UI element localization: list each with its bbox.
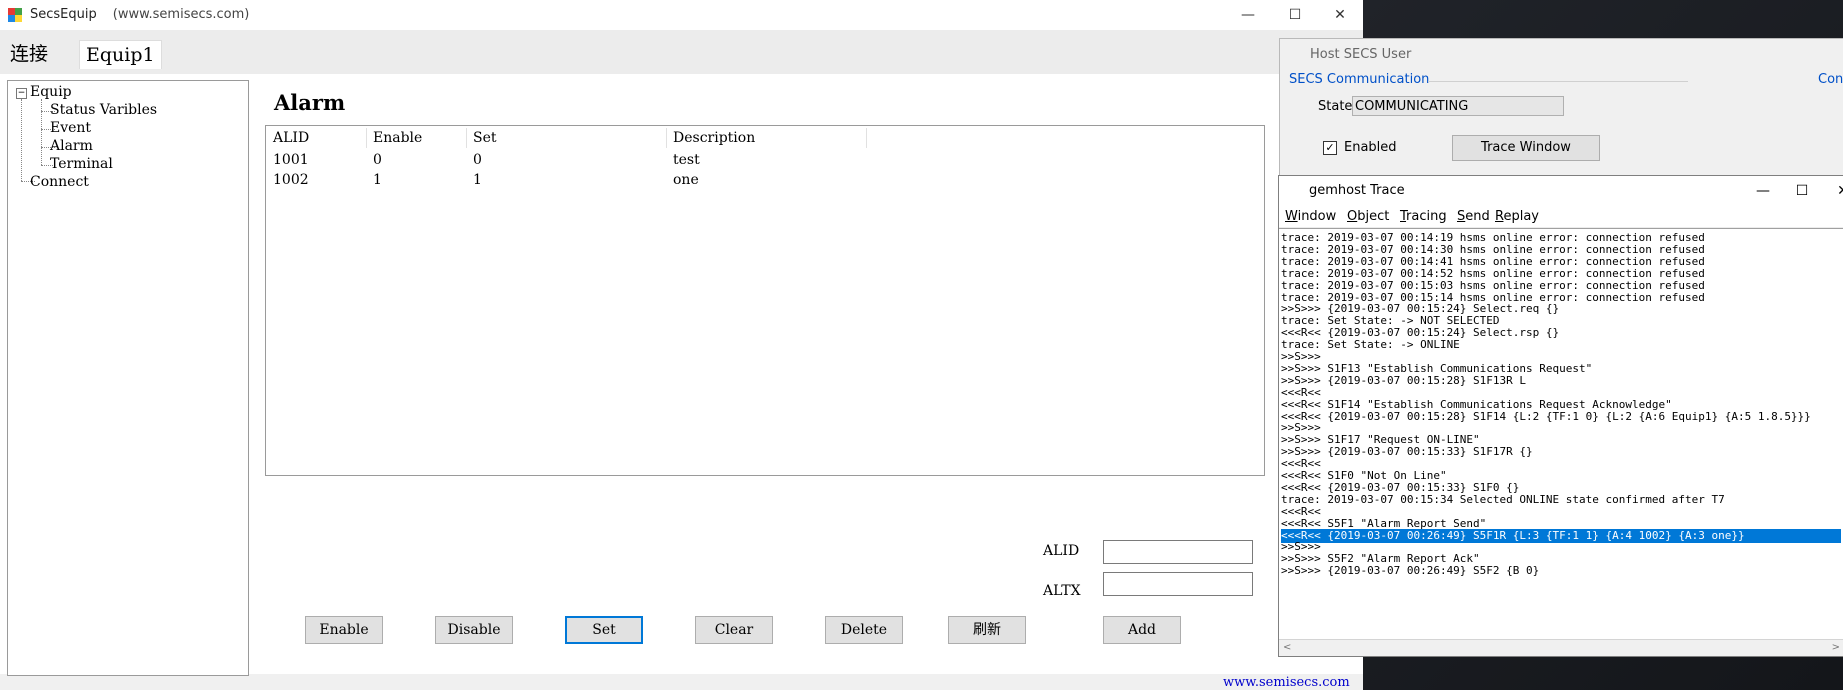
cell-set: 1 bbox=[473, 172, 482, 188]
maximize-button[interactable]: ☐ bbox=[1275, 4, 1315, 26]
column-divider[interactable] bbox=[366, 128, 367, 148]
cell-set: 0 bbox=[473, 152, 482, 168]
set-button[interactable]: Set bbox=[565, 616, 643, 644]
table-header: ALID Enable Set Description bbox=[266, 126, 1264, 150]
trace-menu-bar: Window Object Tracing Send Replay bbox=[1279, 206, 1843, 228]
tree-node-status-varibles[interactable]: Status Varibles bbox=[50, 101, 157, 119]
column-divider[interactable] bbox=[666, 128, 667, 148]
add-button[interactable]: Add bbox=[1103, 616, 1181, 644]
enabled-checkbox[interactable]: ✓ bbox=[1323, 141, 1337, 155]
trace-line[interactable]: >>S>>> {2019-03-07 00:26:49} S5F2 {B 0} bbox=[1281, 564, 1841, 578]
cell-enable: 1 bbox=[373, 172, 382, 188]
disable-button[interactable]: Disable bbox=[435, 616, 513, 644]
window-title: SecsEquip (www.semisecs.com) bbox=[30, 7, 250, 22]
refresh-button[interactable]: 刷新 bbox=[948, 616, 1026, 644]
host-window-title: Host SECS User bbox=[1310, 47, 1412, 62]
alarm-table[interactable]: ALID Enable Set Description 1001 0 0 tes… bbox=[265, 125, 1265, 476]
control-group: Cont bbox=[1818, 72, 1843, 87]
trace-close-button[interactable]: ✕ bbox=[1825, 180, 1843, 202]
close-button[interactable]: ✕ bbox=[1320, 4, 1360, 26]
cell-description: test bbox=[673, 152, 700, 168]
alid-label: ALID bbox=[1043, 543, 1080, 559]
trace-window-title: gemhost Trace bbox=[1309, 183, 1405, 198]
menu-tracing[interactable]: Tracing bbox=[1400, 209, 1447, 224]
trace-window-button[interactable]: Trace Window bbox=[1452, 135, 1600, 161]
column-divider[interactable] bbox=[466, 128, 467, 148]
table-row[interactable]: 1002 1 1 one bbox=[266, 172, 1264, 192]
delete-button[interactable]: Delete bbox=[825, 616, 903, 644]
altx-label: ALTX bbox=[1043, 583, 1081, 599]
column-divider[interactable] bbox=[866, 128, 867, 148]
tab-equip1[interactable]: Equip1 bbox=[79, 40, 162, 69]
group-border bbox=[1428, 81, 1688, 82]
alid-input[interactable] bbox=[1103, 540, 1253, 564]
tree-line bbox=[41, 99, 42, 165]
tab-connect[interactable]: 连接 bbox=[4, 40, 54, 68]
tree-node-event[interactable]: Event bbox=[50, 119, 91, 137]
tree-node-alarm[interactable]: Alarm bbox=[50, 137, 93, 155]
tree-collapse-icon[interactable]: − bbox=[16, 88, 27, 99]
tree-node-connect[interactable]: Connect bbox=[30, 173, 89, 191]
minimize-button[interactable]: — bbox=[1228, 4, 1268, 26]
app-icon bbox=[8, 8, 22, 22]
tree-node-terminal[interactable]: Terminal bbox=[50, 155, 113, 173]
menu-send[interactable]: Send bbox=[1457, 209, 1490, 224]
title-bar: SecsEquip (www.semisecs.com) — ☐ ✕ bbox=[0, 0, 1363, 30]
horizontal-scrollbar[interactable]: < > bbox=[1279, 639, 1843, 656]
column-header-description[interactable]: Description bbox=[673, 130, 755, 146]
column-header-set[interactable]: Set bbox=[473, 130, 497, 146]
scroll-right-icon[interactable]: > bbox=[1832, 640, 1840, 656]
cell-alid: 1001 bbox=[273, 152, 309, 168]
cell-alid: 1002 bbox=[273, 172, 309, 188]
cell-enable: 0 bbox=[373, 152, 382, 168]
menu-object[interactable]: Object bbox=[1347, 209, 1389, 224]
altx-input[interactable] bbox=[1103, 572, 1253, 596]
tab-strip: 连接 Equip1 bbox=[0, 30, 1363, 74]
page-title: Alarm bbox=[274, 90, 346, 115]
trace-maximize-button[interactable]: ☐ bbox=[1784, 180, 1820, 202]
menu-window[interactable]: Window bbox=[1285, 209, 1336, 224]
cell-description: one bbox=[673, 172, 699, 188]
tree-node-equip[interactable]: Equip bbox=[30, 83, 72, 101]
tree-line bbox=[21, 99, 22, 181]
main-window: SecsEquip (www.semisecs.com) — ☐ ✕ 连接 Equ… bbox=[0, 0, 1363, 690]
column-header-alid[interactable]: ALID bbox=[273, 130, 309, 146]
trace-window: gemhost Trace — ☐ ✕ Window Object Tracin… bbox=[1278, 175, 1843, 657]
column-header-enable[interactable]: Enable bbox=[373, 130, 422, 146]
website-link[interactable]: www.semisecs.com bbox=[1223, 675, 1350, 690]
equipment-tree: − Equip Status Varibles Event Alarm Term… bbox=[7, 80, 249, 676]
menu-replay[interactable]: Replay bbox=[1495, 209, 1539, 224]
clear-button[interactable]: Clear bbox=[695, 616, 773, 644]
trace-log[interactable]: trace: 2019-03-07 00:14:19 hsms online e… bbox=[1279, 228, 1843, 639]
table-row[interactable]: 1001 0 0 test bbox=[266, 152, 1264, 172]
state-value: COMMUNICATING bbox=[1352, 96, 1564, 116]
enabled-label: Enabled bbox=[1344, 140, 1397, 155]
trace-minimize-button[interactable]: — bbox=[1745, 180, 1781, 202]
state-label: State: bbox=[1318, 99, 1357, 114]
scroll-left-icon[interactable]: < bbox=[1283, 640, 1291, 656]
secs-communication-group: SECS Communication bbox=[1289, 72, 1430, 87]
enable-button[interactable]: Enable bbox=[305, 616, 383, 644]
trace-title-bar: gemhost Trace — ☐ ✕ bbox=[1279, 176, 1843, 206]
